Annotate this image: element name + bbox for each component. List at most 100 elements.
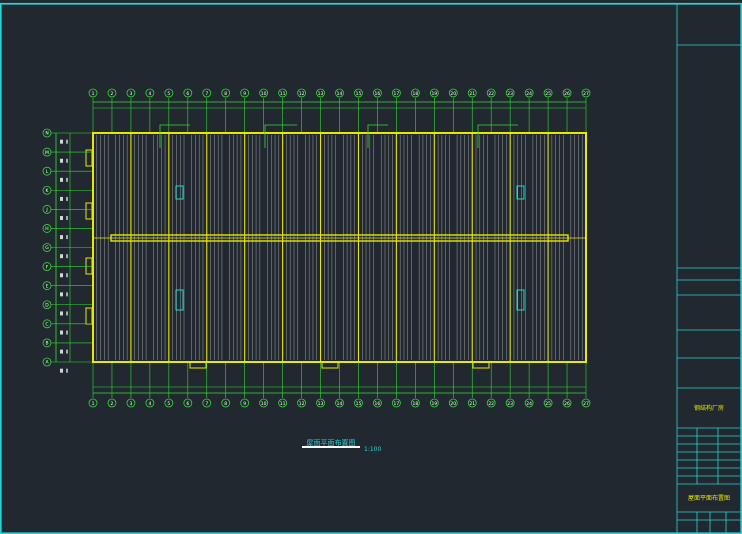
side-dimension-mark (60, 216, 63, 221)
axis-label-top: 22 (488, 91, 494, 97)
axis-label-top: 14 (337, 91, 343, 97)
axis-label-bottom: 12 (299, 401, 305, 407)
axis-label-side: L (46, 169, 49, 175)
side-dimension-mark (60, 158, 63, 163)
axis-label-bottom: 22 (488, 401, 494, 407)
axis-label-bottom: 20 (450, 401, 456, 407)
roof-outline (92, 132, 587, 363)
axis-label-bottom: 23 (507, 401, 513, 407)
side-dimension-mark (60, 311, 63, 316)
drawing-scale: 1:100 (364, 446, 381, 453)
axis-label-top: 19 (431, 91, 437, 97)
axis-label-side: D (45, 302, 49, 308)
side-dimension-mark (60, 254, 63, 259)
axis-label-side: B (45, 341, 48, 347)
side-dimension-mark (66, 196, 68, 201)
gutter-block (85, 307, 93, 325)
side-dimension-mark (66, 254, 68, 259)
drawing-title: 屋面平面布置图 (307, 438, 356, 447)
axis-label-top: 8 (224, 91, 227, 97)
axis-label-top: 10 (261, 91, 267, 97)
side-dimension-mark (60, 292, 63, 297)
axis-label-side: C (45, 322, 48, 328)
axis-label-bottom: 11 (280, 401, 286, 407)
axis-label-top: 17 (394, 91, 400, 97)
side-dimension-mark (66, 349, 68, 354)
axis-label-side: A (45, 360, 49, 366)
axis-label-bottom: 26 (564, 401, 570, 407)
side-dimension-mark (66, 158, 68, 163)
side-dimension-mark (60, 368, 63, 373)
axis-label-top: 13 (318, 91, 324, 97)
axis-label-bottom: 7 (205, 401, 208, 407)
axis-label-top: 6 (186, 91, 189, 97)
axis-label-bottom: 25 (545, 401, 551, 407)
axis-label-side: G (45, 245, 49, 251)
side-dimension-mark (60, 349, 63, 354)
axis-label-top: 5 (167, 91, 170, 97)
axis-label-top: 18 (412, 91, 418, 97)
axis-label-bottom: 19 (431, 401, 437, 407)
axis-label-side: N (45, 131, 48, 137)
side-dimension-mark (60, 196, 63, 201)
drawing-sheet: 钢结构厂房 屋面平面布置图 11223344556677889910101111… (0, 2, 742, 534)
axis-label-top: 23 (507, 91, 513, 97)
axis-label-top: 4 (148, 91, 151, 97)
axis-label-bottom: 16 (375, 401, 381, 407)
axis-label-bottom: 6 (186, 401, 189, 407)
gutter-block (85, 202, 93, 220)
side-dimension-mark (60, 177, 63, 182)
side-dimension-mark (66, 311, 68, 316)
axis-label-top: 21 (469, 91, 475, 97)
axis-label-top: 20 (450, 91, 456, 97)
project-name-label: 钢结构厂房 (694, 404, 724, 412)
axis-label-top: 9 (243, 91, 246, 97)
side-dimension-mark (66, 177, 68, 182)
axis-label-bottom: 14 (337, 401, 343, 407)
axis-label-top: 12 (299, 91, 305, 97)
axis-label-top: 7 (205, 91, 208, 97)
axis-label-side: J (45, 207, 47, 213)
side-dimension-mark (66, 273, 68, 278)
leader-line (264, 124, 297, 148)
side-dimension-mark (66, 292, 68, 297)
sheet-border (0, 2, 742, 534)
side-dimension-mark (66, 368, 68, 373)
axis-label-top: 11 (280, 91, 286, 97)
axis-label-top: 16 (375, 91, 381, 97)
axis-label-bottom: 4 (148, 401, 151, 407)
cad-drawing-viewport: 钢结构厂房 屋面平面布置图 1 1 2 2 3 3 4 4 5 5 6 6 7 7 8 8 9 9 10 10 11 11… (0, 0, 742, 534)
axis-label-bottom: 21 (469, 401, 475, 407)
axis-label-bottom: 13 (318, 401, 324, 407)
skylight (175, 185, 184, 200)
axis-label-top: 26 (564, 91, 570, 97)
axis-label-top: 27 (583, 91, 589, 97)
axis-label-side: K (46, 188, 50, 194)
axis-label-bottom: 15 (356, 401, 362, 407)
side-dimension-mark (66, 216, 68, 221)
leader-line (159, 124, 190, 148)
side-dimension-mark (66, 235, 68, 240)
roof-plan: 1122334455667788991010111112121313141415… (42, 88, 591, 408)
axis-label-bottom: 3 (129, 401, 132, 407)
axis-label-side: H (45, 226, 48, 232)
leader-line (477, 124, 518, 148)
side-dimension-mark (60, 235, 63, 240)
gutter-block (85, 257, 93, 275)
sheet-inner-border (1, 4, 741, 533)
axis-label-bottom: 10 (261, 401, 267, 407)
axis-label-top: 25 (545, 91, 551, 97)
axis-label-side: E (46, 283, 49, 289)
axis-label-bottom: 24 (526, 401, 532, 407)
axis-label-bottom: 18 (412, 401, 418, 407)
side-dimension-mark (60, 330, 63, 335)
side-dimension-mark (60, 273, 63, 278)
side-dimension-mark (66, 330, 68, 335)
axis-label-bottom: 1 (92, 401, 95, 407)
axis-label-bottom: 27 (583, 401, 589, 407)
axis-label-top: 24 (526, 91, 532, 97)
drawing-name-label: 屋面平面布置图 (688, 494, 730, 502)
axis-label-top: 1 (92, 91, 95, 97)
axis-label-side: M (45, 150, 49, 156)
gutter-block (85, 149, 93, 167)
